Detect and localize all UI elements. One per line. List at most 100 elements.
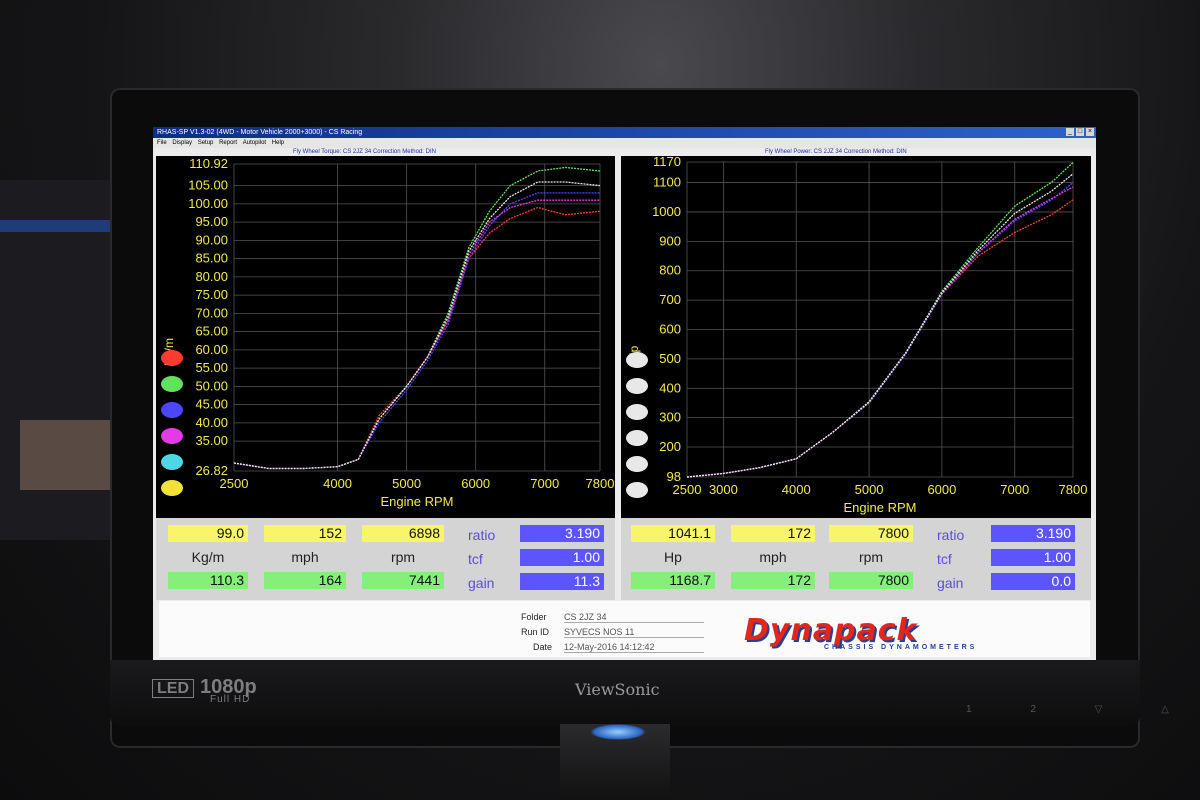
legend-blank-1-button[interactable] xyxy=(626,352,648,368)
torque-ratio-label: ratio xyxy=(468,527,496,543)
window-titlebar: RHAS-SP V1.3-02 (4WD - Motor Vehicle 200… xyxy=(153,127,1096,138)
power-xtick-label: 6000 xyxy=(927,482,956,497)
dyno-app-window: RHAS-SP V1.3-02 (4WD - Motor Vehicle 200… xyxy=(153,127,1096,660)
power-peak-value: 1041.1 xyxy=(631,525,715,542)
power-gain-value: 0.0 xyxy=(991,573,1075,590)
torque-ytick-label: 55.00 xyxy=(195,360,228,375)
torque-xtick-label: 7000 xyxy=(530,476,559,491)
legend-blank-6-button[interactable] xyxy=(626,482,648,498)
torque-xtick-label: 2500 xyxy=(220,476,249,491)
torque-ratio-value: 3.190 xyxy=(520,525,604,542)
torque-ytick-label: 100.00 xyxy=(188,196,228,211)
legend-blank-4-button[interactable] xyxy=(626,430,648,446)
power-tcf-label: tcf xyxy=(937,551,952,567)
torque-tcf-value: 1.00 xyxy=(520,549,604,566)
torque-mph-label: mph xyxy=(291,549,319,565)
power-ytick-label: 1170 xyxy=(653,156,681,169)
power-ytick-label: 500 xyxy=(659,351,681,366)
torque-ytick-label: 50.00 xyxy=(195,378,228,393)
menu-file[interactable]: File xyxy=(157,140,167,146)
runid-label: Run ID xyxy=(521,627,550,637)
torque-xtick-label: 6000 xyxy=(461,476,490,491)
torque-peak-value: 99.0 xyxy=(168,525,248,542)
maximize-button[interactable]: □ xyxy=(1076,128,1084,136)
legend-red-button[interactable] xyxy=(161,350,183,366)
power-rpm-label: rpm xyxy=(858,549,884,565)
menu-setup[interactable]: Setup xyxy=(198,140,214,146)
torque-ytick-label: 45.00 xyxy=(195,397,228,412)
torque-unit-label: Kg/m xyxy=(191,549,225,565)
power-chart-panel: 2500 3000 4000 5000 6000 7000 7800 98 200 300 400 5… xyxy=(621,156,1091,518)
torque-ytick-label: 75.00 xyxy=(195,287,228,302)
torque-ytick-label: 60.00 xyxy=(195,342,228,357)
power-ytick-label: 1000 xyxy=(652,204,681,219)
menu-display[interactable]: Display xyxy=(172,140,192,146)
power-tcf-value: 1.00 xyxy=(991,549,1075,566)
torque-xlabel: Engine RPM xyxy=(381,494,454,509)
torque-gain-value: 11.3 xyxy=(520,573,604,590)
torque-max-value: 110.3 xyxy=(168,572,248,589)
power-ytick-label: 98 xyxy=(667,469,681,484)
torque-ytick-label: 95.00 xyxy=(195,214,228,229)
torque-max-rpm: 7441 xyxy=(362,572,444,589)
folder-value: CS 2JZ 34 xyxy=(564,612,704,623)
menu-help[interactable]: Help xyxy=(272,140,284,146)
torque-ytick-label: 110.92 xyxy=(189,156,228,171)
power-ytick-label: 300 xyxy=(659,410,681,425)
torque-ytick-label: 80.00 xyxy=(195,269,228,284)
legend-yellow-button[interactable] xyxy=(161,480,183,496)
torque-max-mph: 164 xyxy=(264,572,346,589)
torque-ytick-label: 40.00 xyxy=(195,415,228,430)
power-peak-mph: 172 xyxy=(731,525,815,542)
power-ratio-label: ratio xyxy=(937,527,965,543)
menu-report[interactable]: Report xyxy=(219,140,237,146)
torque-panel-title: Fly Wheel Torque: CS 2JZ 34 Correction M… xyxy=(293,149,436,155)
legend-green-button[interactable] xyxy=(161,376,183,392)
power-xtick-label: 7000 xyxy=(1000,482,1029,497)
badge-led: LED xyxy=(152,679,194,698)
window-controls: _ □ × xyxy=(1066,128,1094,136)
power-chart: 2500 3000 4000 5000 6000 7000 7800 98 200 300 400 5… xyxy=(652,156,1088,515)
close-button[interactable]: × xyxy=(1086,128,1094,136)
legend-blank-5-button[interactable] xyxy=(626,456,648,472)
power-max-rpm: 7800 xyxy=(829,572,913,589)
torque-ytick-label: 35.00 xyxy=(195,433,228,448)
power-xtick-label: 7800 xyxy=(1059,482,1088,497)
legend-cyan-button[interactable] xyxy=(161,454,183,470)
torque-tcf-label: tcf xyxy=(468,551,483,567)
power-ytick-label: 200 xyxy=(659,439,681,454)
power-gain-label: gain xyxy=(937,575,964,591)
torque-ytick-label: 90.00 xyxy=(195,232,228,247)
power-xtick-label: 3000 xyxy=(709,482,738,497)
background-shelf xyxy=(0,180,120,540)
power-ytick-label: 700 xyxy=(659,292,681,307)
date-value: 12-May-2016 14:12:42 xyxy=(564,642,704,653)
power-xtick-label: 2500 xyxy=(673,482,702,497)
legend-blue-button[interactable] xyxy=(161,402,183,418)
power-peak-rpm: 7800 xyxy=(829,525,913,542)
monitor-buttons[interactable]: 1 2 ▽ △ xyxy=(966,704,1197,715)
torque-ytick-label: 26.82 xyxy=(195,463,228,478)
power-panel-title: Fly Wheel Power: CS 2JZ 34 Correction Me… xyxy=(765,149,907,155)
torque-chart: 2500 4000 5000 6000 7000 7800 26.82 35.00 40.00 4… xyxy=(188,156,614,509)
power-ytick-label: 1100 xyxy=(653,175,681,190)
power-unit-label: Hp xyxy=(664,549,682,565)
legend-blank-2-button[interactable] xyxy=(626,378,648,394)
date-label: Date xyxy=(533,642,553,652)
menu-autopilot[interactable]: Autopilot xyxy=(243,140,266,146)
legend-magenta-button[interactable] xyxy=(161,428,183,444)
power-xtick-label: 5000 xyxy=(855,482,884,497)
power-readout: 1041.1 172 7800 Hp mph rpm 1168.7 172 78… xyxy=(621,518,1091,600)
legend-blank-3-button[interactable] xyxy=(626,404,648,420)
torque-ytick-label: 85.00 xyxy=(195,251,228,266)
torque-readout: 99.0 152 6898 Kg/m mph rpm 110.3 164 744… xyxy=(156,518,615,600)
monitor-badge: LED 1080p Full HD xyxy=(152,676,257,705)
torque-xtick-label: 5000 xyxy=(392,476,421,491)
dynapack-logo-subtitle: CHASSIS DYNAMOMETERS xyxy=(824,644,978,651)
runid-value: SYVECS NOS 11 xyxy=(564,627,704,638)
power-ytick-label: 400 xyxy=(659,380,681,395)
menu-bar: File Display Setup Report Autopilot Help xyxy=(153,138,1096,148)
minimize-button[interactable]: _ xyxy=(1066,128,1074,136)
power-max-mph: 172 xyxy=(731,572,815,589)
power-max-value: 1168.7 xyxy=(631,572,715,589)
